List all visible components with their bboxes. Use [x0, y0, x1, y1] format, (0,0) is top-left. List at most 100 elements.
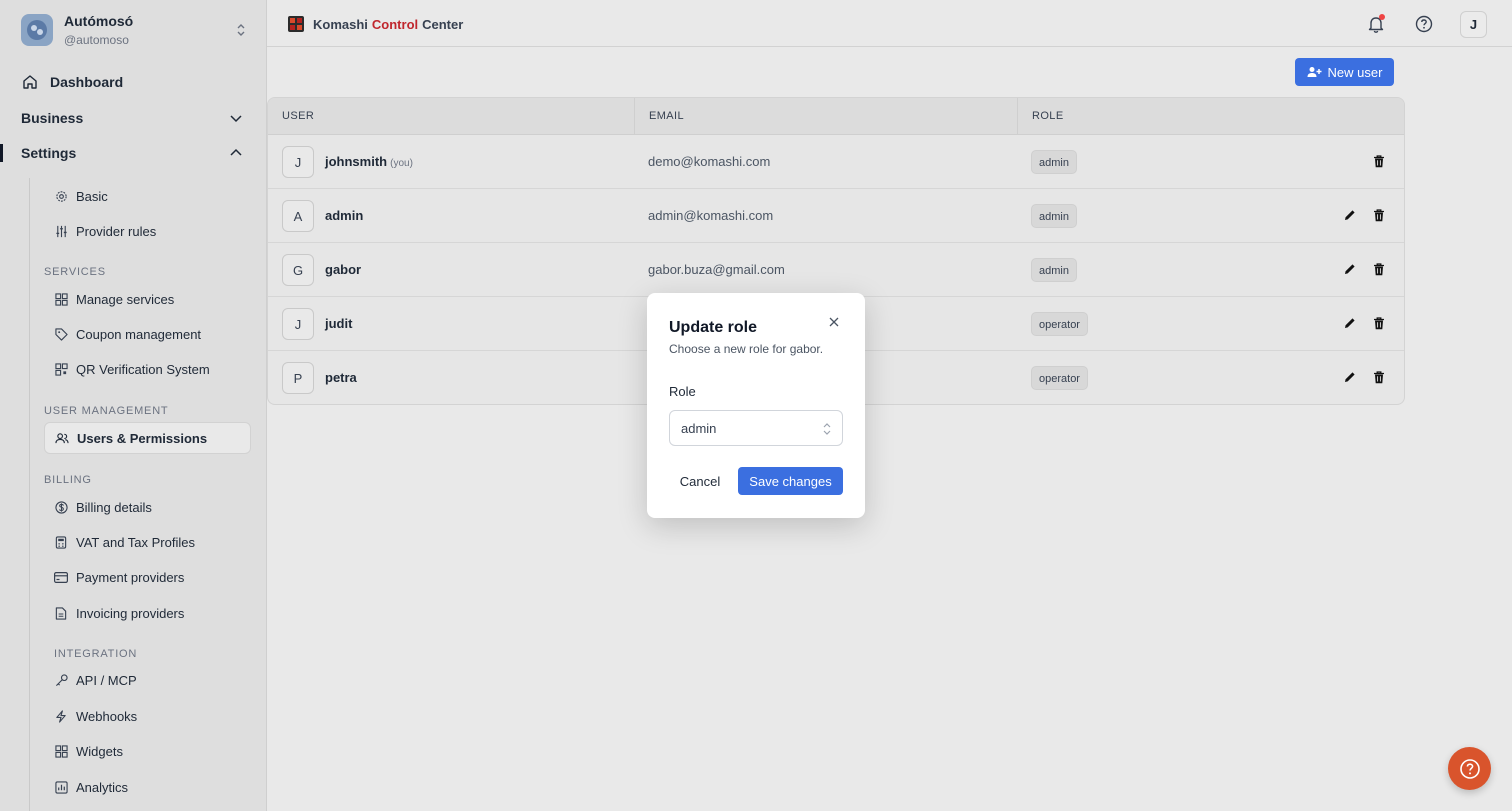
top-bar: Komashi Control Center J: [267, 0, 1512, 47]
users-icon: [55, 431, 69, 445]
role-badge: admin: [1031, 204, 1077, 228]
table-row: A admin admin@komashi.com admin: [268, 189, 1404, 243]
sidebar-item-webhooks[interactable]: Webhooks: [44, 700, 251, 732]
chevron-updown-icon: [236, 23, 246, 38]
user-avatar: G: [282, 254, 314, 286]
help-circle-icon: [1415, 15, 1433, 33]
delete-user-button[interactable]: [1371, 315, 1387, 331]
trash-icon: [1374, 262, 1384, 275]
user-avatar: A: [282, 200, 314, 232]
nav-settings[interactable]: Settings: [0, 138, 267, 168]
dialog-title: Update role: [669, 319, 758, 336]
delete-user-button[interactable]: [1371, 369, 1387, 385]
user-email: admin@komashi.com: [648, 208, 774, 223]
sidebar-item-api-mcp[interactable]: API / MCP: [44, 664, 251, 696]
notification-dot: [1379, 14, 1385, 20]
nav-settings-label: Settings: [21, 145, 77, 161]
edit-role-button[interactable]: [1342, 315, 1358, 331]
sidebar-item-label: Billing details: [76, 499, 152, 515]
cancel-button[interactable]: Cancel: [669, 467, 731, 495]
dollar-icon: [54, 500, 68, 514]
delete-user-button[interactable]: [1371, 207, 1387, 223]
org-logo: [21, 14, 53, 46]
notifications-button[interactable]: [1365, 13, 1387, 35]
nav-dashboard[interactable]: Dashboard: [0, 67, 267, 97]
section-label-user-management: USER MANAGEMENT: [44, 405, 169, 417]
column-divider: [634, 98, 635, 135]
role-badge: admin: [1031, 150, 1077, 174]
user-name-text: johnsmith: [325, 154, 388, 169]
add-user-icon: [1307, 67, 1322, 77]
sidebar-item-qr-verification[interactable]: QR Verification System: [44, 353, 251, 385]
user-name: petra: [325, 370, 357, 385]
user-email: demo@komashi.com: [648, 154, 771, 169]
role-badge: admin: [1031, 258, 1077, 282]
chevron-down-icon: [230, 115, 242, 123]
save-changes-button[interactable]: Save changes: [738, 467, 843, 495]
tag-icon: [54, 327, 68, 341]
sidebar-item-payment-providers[interactable]: Payment providers: [44, 561, 251, 593]
brand-name-part1: Komashi: [313, 16, 368, 32]
pencil-icon: [1345, 318, 1355, 328]
section-label-services: SERVICES: [44, 266, 106, 278]
user-avatar: P: [282, 362, 314, 394]
subnav-divider: [29, 178, 30, 811]
sliders-icon: [54, 224, 68, 238]
edit-role-button[interactable]: [1342, 369, 1358, 385]
close-button[interactable]: [828, 315, 842, 329]
delete-user-button[interactable]: [1371, 153, 1387, 169]
dialog-description: Choose a new role for gabor.: [669, 342, 824, 356]
home-icon: [21, 73, 39, 91]
user-avatar-button[interactable]: J: [1460, 11, 1487, 38]
nav-business[interactable]: Business: [0, 103, 267, 133]
role-select[interactable]: admin: [669, 410, 843, 446]
table-header: USER EMAIL ROLE: [268, 98, 1404, 135]
sidebar-item-analytics[interactable]: Analytics: [44, 771, 251, 803]
sidebar-item-coupon-management[interactable]: Coupon management: [44, 318, 251, 350]
user-name: johnsmith (you): [325, 154, 413, 169]
gear-icon: [54, 189, 68, 203]
sidebar-item-label: Webhooks: [76, 708, 138, 724]
pencil-icon: [1345, 210, 1355, 220]
org-switcher[interactable]: Autómosó @automoso: [21, 13, 246, 47]
edit-role-button[interactable]: [1342, 207, 1358, 223]
sidebar-item-widgets[interactable]: Widgets: [44, 735, 251, 767]
close-icon: [829, 317, 839, 327]
brand[interactable]: Komashi Control Center: [288, 16, 463, 32]
sidebar-item-label: Analytics: [76, 779, 129, 795]
grid-icon: [54, 292, 68, 306]
sidebar-item-users-permissions[interactable]: Users & Permissions: [44, 422, 251, 454]
column-header-role: ROLE: [1032, 110, 1064, 122]
qr-icon: [54, 362, 68, 376]
nav-business-label: Business: [21, 110, 84, 126]
grid-icon: [54, 744, 68, 758]
delete-user-button[interactable]: [1371, 261, 1387, 277]
pencil-icon: [1345, 372, 1355, 382]
help-button[interactable]: [1413, 13, 1435, 35]
table-row: G gabor gabor.buza@gmail.com admin: [268, 243, 1404, 297]
column-header-user: USER: [282, 110, 315, 122]
card-icon: [54, 570, 68, 584]
sidebar-item-billing-details[interactable]: Billing details: [44, 491, 251, 523]
sidebar-item-label: QR Verification System: [76, 361, 210, 377]
sidebar-item-manage-services[interactable]: Manage services: [44, 283, 251, 315]
section-label-billing: BILLING: [44, 474, 92, 486]
sidebar-item-label: API / MCP: [76, 672, 137, 688]
user-avatar: J: [282, 146, 314, 178]
calculator-icon: [54, 535, 68, 549]
sidebar-item-label: Coupon management: [76, 326, 202, 342]
bolt-icon: [54, 709, 68, 723]
sidebar-item-provider-rules[interactable]: Provider rules: [44, 215, 251, 247]
sidebar-item-invoicing-providers[interactable]: Invoicing providers: [44, 597, 251, 629]
sidebar-item-vat-tax[interactable]: VAT and Tax Profiles: [44, 526, 251, 558]
user-name: gabor: [325, 262, 362, 277]
nav-dashboard-label: Dashboard: [50, 74, 124, 90]
sidebar-item-basic[interactable]: Basic: [44, 180, 251, 212]
user-avatar: J: [282, 308, 314, 340]
help-chat-button[interactable]: [1448, 747, 1491, 790]
chart-icon: [54, 780, 68, 794]
new-user-label: New user: [1327, 64, 1383, 80]
new-user-button[interactable]: New user: [1295, 58, 1394, 86]
edit-role-button[interactable]: [1342, 261, 1358, 277]
role-field-label: Role: [669, 384, 696, 399]
